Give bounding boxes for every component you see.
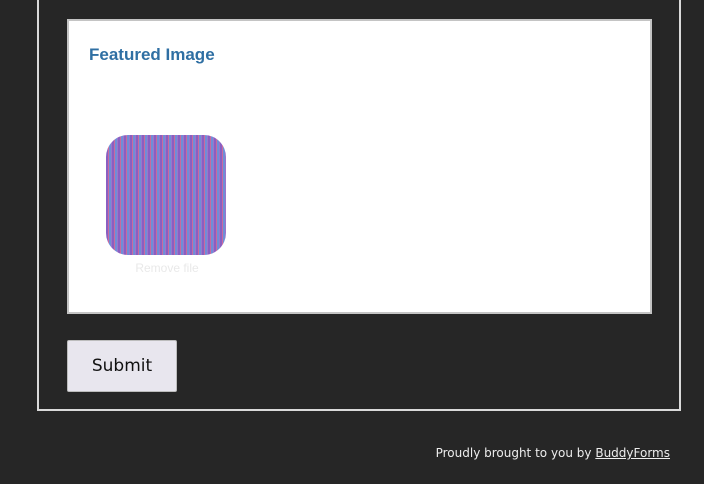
footer-prefix: Proudly brought to you by (435, 446, 596, 460)
footer-credit: Proudly brought to you by BuddyForms (436, 446, 670, 460)
remove-file-link[interactable]: Remove file (127, 261, 207, 275)
featured-image-panel: Featured Image Remove file (67, 19, 652, 314)
featured-image-title: Featured Image (89, 45, 215, 64)
page: Featured Image Remove file Submit Proudl… (0, 0, 704, 484)
featured-image-thumbnail[interactable] (106, 135, 226, 255)
submit-button[interactable]: Submit (67, 340, 177, 392)
buddyforms-link[interactable]: BuddyForms (595, 446, 670, 460)
